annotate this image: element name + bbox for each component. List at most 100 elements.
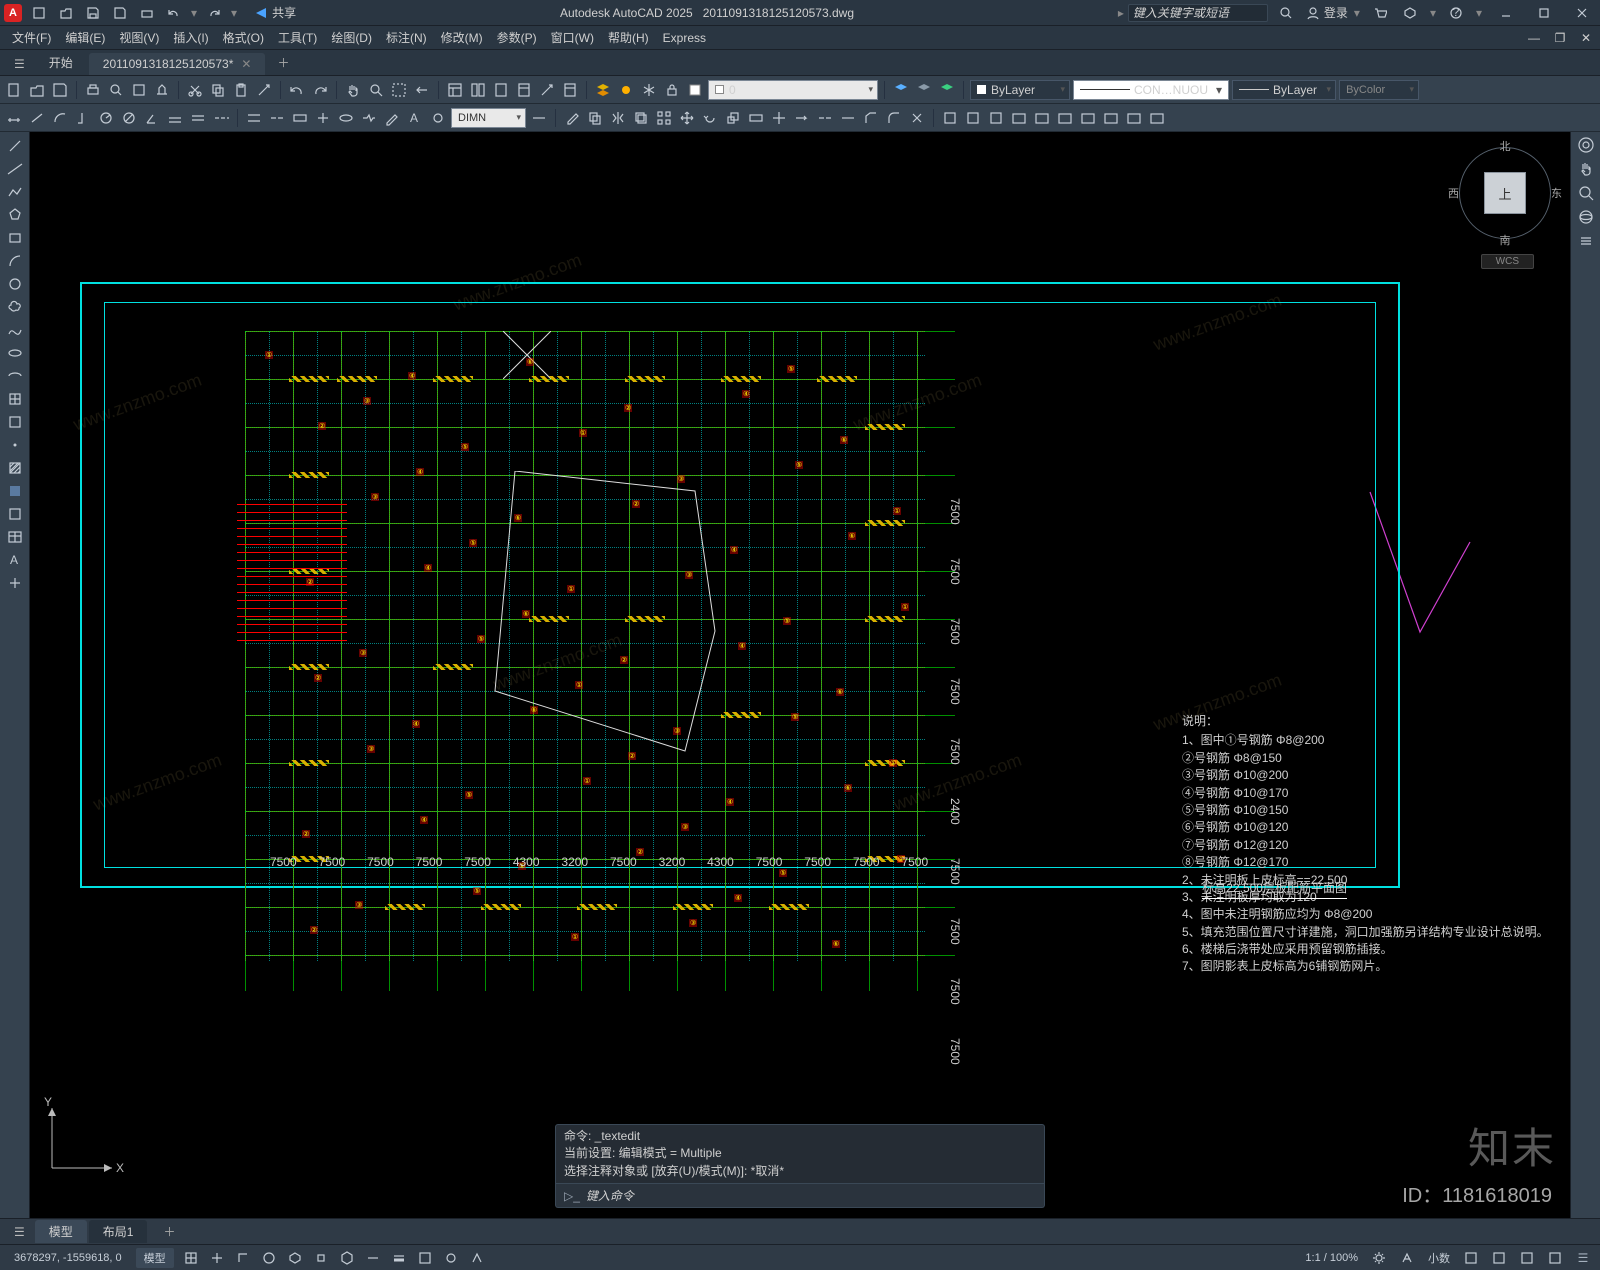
dim-dia-icon[interactable]: [119, 108, 139, 128]
dim-tedit-icon[interactable]: A: [405, 108, 425, 128]
dim-edit-icon[interactable]: [382, 108, 402, 128]
tool-cut-icon[interactable]: [185, 80, 205, 100]
cart-icon[interactable]: [1370, 3, 1390, 23]
command-window[interactable]: 命令: _textedit 当前设置: 编辑模式 = Multiple 选择注释…: [555, 1124, 1045, 1208]
menu-view[interactable]: 视图(V): [113, 27, 165, 48]
menu-insert[interactable]: 插入(I): [167, 27, 214, 48]
menu-file[interactable]: 文件(F): [6, 27, 57, 48]
tool-paste-icon[interactable]: [231, 80, 251, 100]
maximize-button[interactable]: [1530, 3, 1558, 23]
status-transp-icon[interactable]: [414, 1248, 436, 1268]
viewcube-west[interactable]: 西: [1448, 185, 1459, 201]
doc-minimize-icon[interactable]: —: [1524, 28, 1544, 48]
tool-new-icon[interactable]: [4, 80, 24, 100]
mod-explode-icon[interactable]: [907, 108, 927, 128]
draw-mtext-icon[interactable]: A: [5, 550, 25, 570]
viewcube-south[interactable]: 南: [1500, 232, 1511, 248]
status-qp-icon[interactable]: [1460, 1248, 1482, 1268]
draw-region-icon[interactable]: [5, 504, 25, 524]
help-icon[interactable]: ?: [1446, 3, 1466, 23]
dim-jog-icon[interactable]: [359, 108, 379, 128]
dim-arc-icon[interactable]: [50, 108, 70, 128]
tool-zoomprev-icon[interactable]: [412, 80, 432, 100]
mod-fillet-icon[interactable]: [884, 108, 904, 128]
status-snap-icon[interactable]: [206, 1248, 228, 1268]
ref-xref-icon[interactable]: [1147, 108, 1167, 128]
dim-ang-icon[interactable]: [142, 108, 162, 128]
tab-close-icon[interactable]: ✕: [241, 57, 251, 71]
tool-preview-icon[interactable]: [106, 80, 126, 100]
draw-hatch-icon[interactable]: [5, 458, 25, 478]
draw-block-icon[interactable]: [5, 412, 25, 432]
search-icon[interactable]: [1276, 3, 1296, 23]
layer-mgr-icon[interactable]: [593, 80, 613, 100]
status-anno-icon[interactable]: [1396, 1248, 1418, 1268]
viewcube-north[interactable]: 北: [1500, 138, 1511, 154]
ref-clip-icon[interactable]: [963, 108, 983, 128]
wcs-label[interactable]: WCS: [1481, 254, 1534, 269]
dim-update-icon[interactable]: [428, 108, 448, 128]
dim-quick-icon[interactable]: [165, 108, 185, 128]
app-logo-icon[interactable]: A: [4, 4, 22, 22]
share-button[interactable]: 共享: [254, 4, 296, 21]
nav-orbit-icon[interactable]: [1577, 208, 1595, 226]
mod-chamfer-icon[interactable]: [861, 108, 881, 128]
viewcube[interactable]: 上 北 南 东 西: [1450, 138, 1560, 248]
tool-zoom-icon[interactable]: [366, 80, 386, 100]
dim-center-icon[interactable]: [313, 108, 333, 128]
status-scale[interactable]: 1:1 / 100%: [1301, 1252, 1362, 1264]
qat-new-icon[interactable]: [29, 3, 49, 23]
status-ortho-icon[interactable]: [232, 1248, 254, 1268]
draw-table-icon[interactable]: [5, 527, 25, 547]
menu-window[interactable]: 窗口(W): [545, 27, 600, 48]
dim-base-icon[interactable]: [188, 108, 208, 128]
mod-trim-icon[interactable]: [769, 108, 789, 128]
mod-array-icon[interactable]: [654, 108, 674, 128]
ref-attach-icon[interactable]: [940, 108, 960, 128]
layout-menu-icon[interactable]: ☰: [6, 1222, 33, 1242]
status-osnap-icon[interactable]: [310, 1248, 332, 1268]
nav-zoom-icon[interactable]: [1577, 184, 1595, 202]
nav-pan-icon[interactable]: [1577, 160, 1595, 178]
status-3dosnap-icon[interactable]: [336, 1248, 358, 1268]
status-model-button[interactable]: 模型: [136, 1248, 174, 1268]
mod-break-icon[interactable]: [815, 108, 835, 128]
tool-redo2-icon[interactable]: [310, 80, 330, 100]
tab-model[interactable]: 模型: [35, 1220, 87, 1243]
status-dyn-icon[interactable]: [466, 1248, 488, 1268]
mod-rotate-icon[interactable]: [700, 108, 720, 128]
draw-polygon-icon[interactable]: [5, 205, 25, 225]
ref-frame-icon[interactable]: [1101, 108, 1121, 128]
status-clean-icon[interactable]: [1544, 1248, 1566, 1268]
tool-3dprint-icon[interactable]: [152, 80, 172, 100]
qat-save-icon[interactable]: [83, 3, 103, 23]
doc-close-icon[interactable]: ✕: [1576, 28, 1596, 48]
tool-publish-icon[interactable]: [129, 80, 149, 100]
status-lw-icon[interactable]: [388, 1248, 410, 1268]
status-otrack-icon[interactable]: [362, 1248, 384, 1268]
layer-freeze-icon[interactable]: [639, 80, 659, 100]
qat-saveas-icon[interactable]: [110, 3, 130, 23]
lineweight-dropdown[interactable]: ByLayer: [1232, 80, 1336, 100]
mod-offset-icon[interactable]: [631, 108, 651, 128]
draw-xline-icon[interactable]: [5, 159, 25, 179]
tool-pan-icon[interactable]: [343, 80, 363, 100]
nav-showmenu-icon[interactable]: [1577, 232, 1595, 250]
drawing-canvas[interactable]: www.znzmo.com www.znzmo.com www.znzmo.co…: [30, 132, 1570, 1218]
viewcube-face[interactable]: 上: [1484, 172, 1526, 214]
menu-help[interactable]: 帮助(H): [602, 27, 655, 48]
dim-space-icon[interactable]: [244, 108, 264, 128]
plotstyle-dropdown[interactable]: ByColor: [1339, 80, 1419, 100]
ribbon-menu-icon[interactable]: ☰: [6, 53, 33, 75]
status-cycle-icon[interactable]: [440, 1248, 462, 1268]
menu-draw[interactable]: 绘图(D): [325, 27, 378, 48]
tab-document[interactable]: 2011091318125120573*✕: [89, 53, 266, 75]
draw-ellarc-icon[interactable]: [5, 366, 25, 386]
qat-plot-icon[interactable]: [137, 3, 157, 23]
dim-inspect-icon[interactable]: [336, 108, 356, 128]
tool-save-icon[interactable]: [50, 80, 70, 100]
draw-addsel-icon[interactable]: [5, 573, 25, 593]
tool-sheet-icon[interactable]: [514, 80, 534, 100]
dim-break-icon[interactable]: [267, 108, 287, 128]
layout-add-button[interactable]: ＋: [149, 1220, 189, 1243]
